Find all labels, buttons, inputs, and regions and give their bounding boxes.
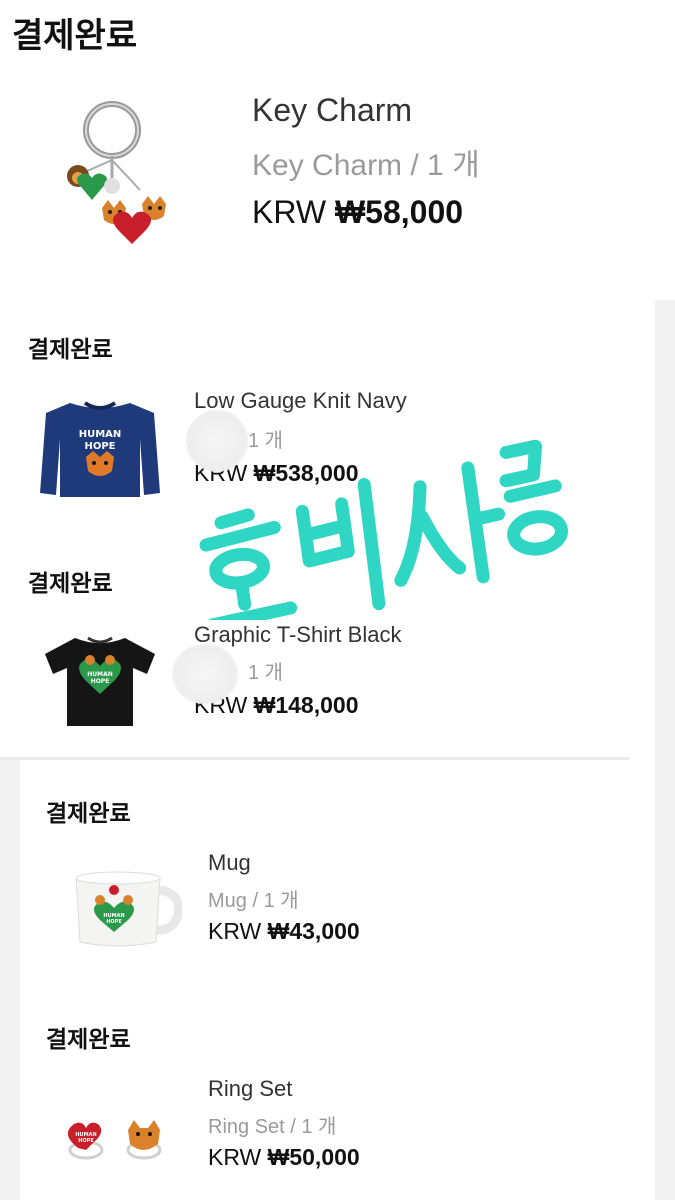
svg-text:HOPE: HOPE [78, 1138, 94, 1144]
item-detail: Ring Set / 1 개 [208, 1116, 337, 1138]
item-name: Key Charm [252, 92, 413, 128]
svg-text:HUMAN: HUMAN [79, 429, 122, 440]
svg-text:HOPE: HOPE [106, 919, 122, 925]
order-status: 결제완료 [28, 336, 113, 362]
mug-image[interactable]: HUMAN HOPE [72, 868, 182, 948]
price-amount: ₩58,000 [334, 194, 464, 230]
item-name: Ring Set [208, 1076, 293, 1101]
price-currency: KRW [252, 194, 327, 230]
section-divider [0, 757, 630, 760]
svg-text:HUMAN: HUMAN [87, 671, 113, 678]
item-detail: 1 개 [248, 662, 284, 684]
watermark-handwriting [199, 439, 568, 620]
item-name: Graphic T-Shirt Black [194, 622, 402, 647]
item-price: KRW ₩58,000 [252, 194, 463, 231]
item-price: KRW ₩43,000 [208, 918, 360, 945]
price-currency: KRW [208, 918, 262, 944]
item-price: KRW ₩50,000 [208, 1144, 360, 1171]
svg-text:HOPE: HOPE [91, 678, 110, 685]
item-name: Mug [208, 850, 251, 875]
black-tshirt-image[interactable]: HUMAN HOPE [40, 630, 160, 730]
ring-set-image[interactable]: HUMAN HOPE [64, 1110, 174, 1170]
price-amount: ₩50,000 [267, 1144, 360, 1170]
price-amount: ₩43,000 [267, 918, 360, 944]
svg-text:HOPE: HOPE [84, 441, 115, 452]
section-background [0, 760, 20, 1200]
keyring-image[interactable] [50, 90, 180, 260]
item-name: Low Gauge Knit Navy [194, 388, 407, 413]
order-status: 결제완료 [28, 570, 113, 596]
section-background [655, 300, 675, 1200]
price-currency: KRW [208, 1144, 262, 1170]
price-amount: ₩148,000 [253, 692, 359, 718]
order-status: 결제완료 [12, 17, 138, 55]
navy-knit-sweater-image[interactable]: HUMAN HOPE [40, 395, 160, 500]
item-detail: Key Charm / 1 개 [252, 149, 480, 182]
order-status: 결제완료 [46, 1026, 131, 1052]
item-detail: Mug / 1 개 [208, 890, 299, 912]
blur-redaction [172, 644, 238, 704]
order-status: 결제완료 [46, 800, 131, 826]
